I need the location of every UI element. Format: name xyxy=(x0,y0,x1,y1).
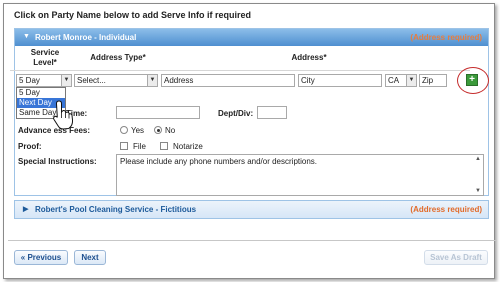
address-type-select[interactable]: Select... ▼ xyxy=(74,74,158,87)
instruction-text: Click on Party Name below to add Serve I… xyxy=(14,10,252,20)
proof-file-label: File xyxy=(133,142,146,151)
scroll-up-icon[interactable]: ▲ xyxy=(474,156,482,162)
add-icon[interactable]: + xyxy=(466,74,478,86)
special-instructions-label: Special Instructions: xyxy=(18,157,97,166)
proof-file-checkbox[interactable] xyxy=(120,142,128,150)
next-button[interactable]: Next xyxy=(74,250,106,265)
select-arrow-icon: ▼ xyxy=(61,75,71,86)
select-arrow-icon: ▼ xyxy=(406,75,416,86)
state-value: CA xyxy=(388,76,400,85)
address-input[interactable]: Address xyxy=(161,74,295,87)
address-type-value: Select... xyxy=(77,76,106,85)
zip-input[interactable]: Zip xyxy=(419,74,447,87)
time-input[interactable] xyxy=(116,106,200,119)
save-as-draft-button[interactable]: Save As Draft xyxy=(424,250,488,265)
footer-divider xyxy=(8,240,496,241)
party-name: Robert Monroe - Individual xyxy=(35,33,137,42)
chevron-down-icon: ▼ xyxy=(23,33,30,40)
app-frame: Click on Party Name below to add Serve I… xyxy=(3,3,496,279)
header-divider xyxy=(10,70,470,71)
scroll-down-icon[interactable]: ▼ xyxy=(474,188,482,194)
advance-fees-no-radio[interactable] xyxy=(154,126,162,134)
hand-cursor-icon xyxy=(53,100,74,130)
col-service-level: Service Level* xyxy=(30,48,60,67)
special-instructions-text: Please include any phone numbers and/or … xyxy=(120,157,318,166)
proof-label: Proof: xyxy=(18,142,42,151)
party-header-roberts-pool[interactable]: ▶ Robert's Pool Cleaning Service - Ficti… xyxy=(15,201,488,218)
advance-fees-yes-label: Yes xyxy=(131,126,145,135)
service-level-value: 5 Day xyxy=(19,76,40,85)
advance-fees-no-label: No xyxy=(165,126,176,135)
address-required-badge: (Address required) xyxy=(410,33,482,42)
party-header-robert-monroe[interactable]: ▼ Robert Monroe - Individual (Address re… xyxy=(15,29,488,46)
select-arrow-icon: ▼ xyxy=(147,75,157,86)
special-instructions-textarea[interactable]: Please include any phone numbers and/or … xyxy=(116,154,484,196)
proof-notarize-label: Notarize xyxy=(173,142,203,151)
state-select[interactable]: CA ▼ xyxy=(385,74,417,87)
service-level-select[interactable]: 5 Day ▼ xyxy=(16,74,72,87)
party-panel-roberts-pool: ▶ Robert's Pool Cleaning Service - Ficti… xyxy=(14,200,489,219)
party-name: Robert's Pool Cleaning Service - Fictiti… xyxy=(35,205,197,214)
col-address: Address* xyxy=(291,53,327,62)
dept-input[interactable] xyxy=(257,106,287,119)
address-required-badge: (Address required) xyxy=(410,205,482,214)
col-address-type: Address Type* xyxy=(90,53,146,62)
city-input[interactable]: City xyxy=(298,74,382,87)
dept-label: Dept/Div: xyxy=(218,109,254,118)
advance-fees-yes-radio[interactable] xyxy=(120,126,128,134)
chevron-right-icon: ▶ xyxy=(23,206,29,213)
option-5-day[interactable]: 5 Day xyxy=(17,88,65,98)
previous-button[interactable]: « Previous xyxy=(14,250,68,265)
proof-notarize-checkbox[interactable] xyxy=(160,142,168,150)
